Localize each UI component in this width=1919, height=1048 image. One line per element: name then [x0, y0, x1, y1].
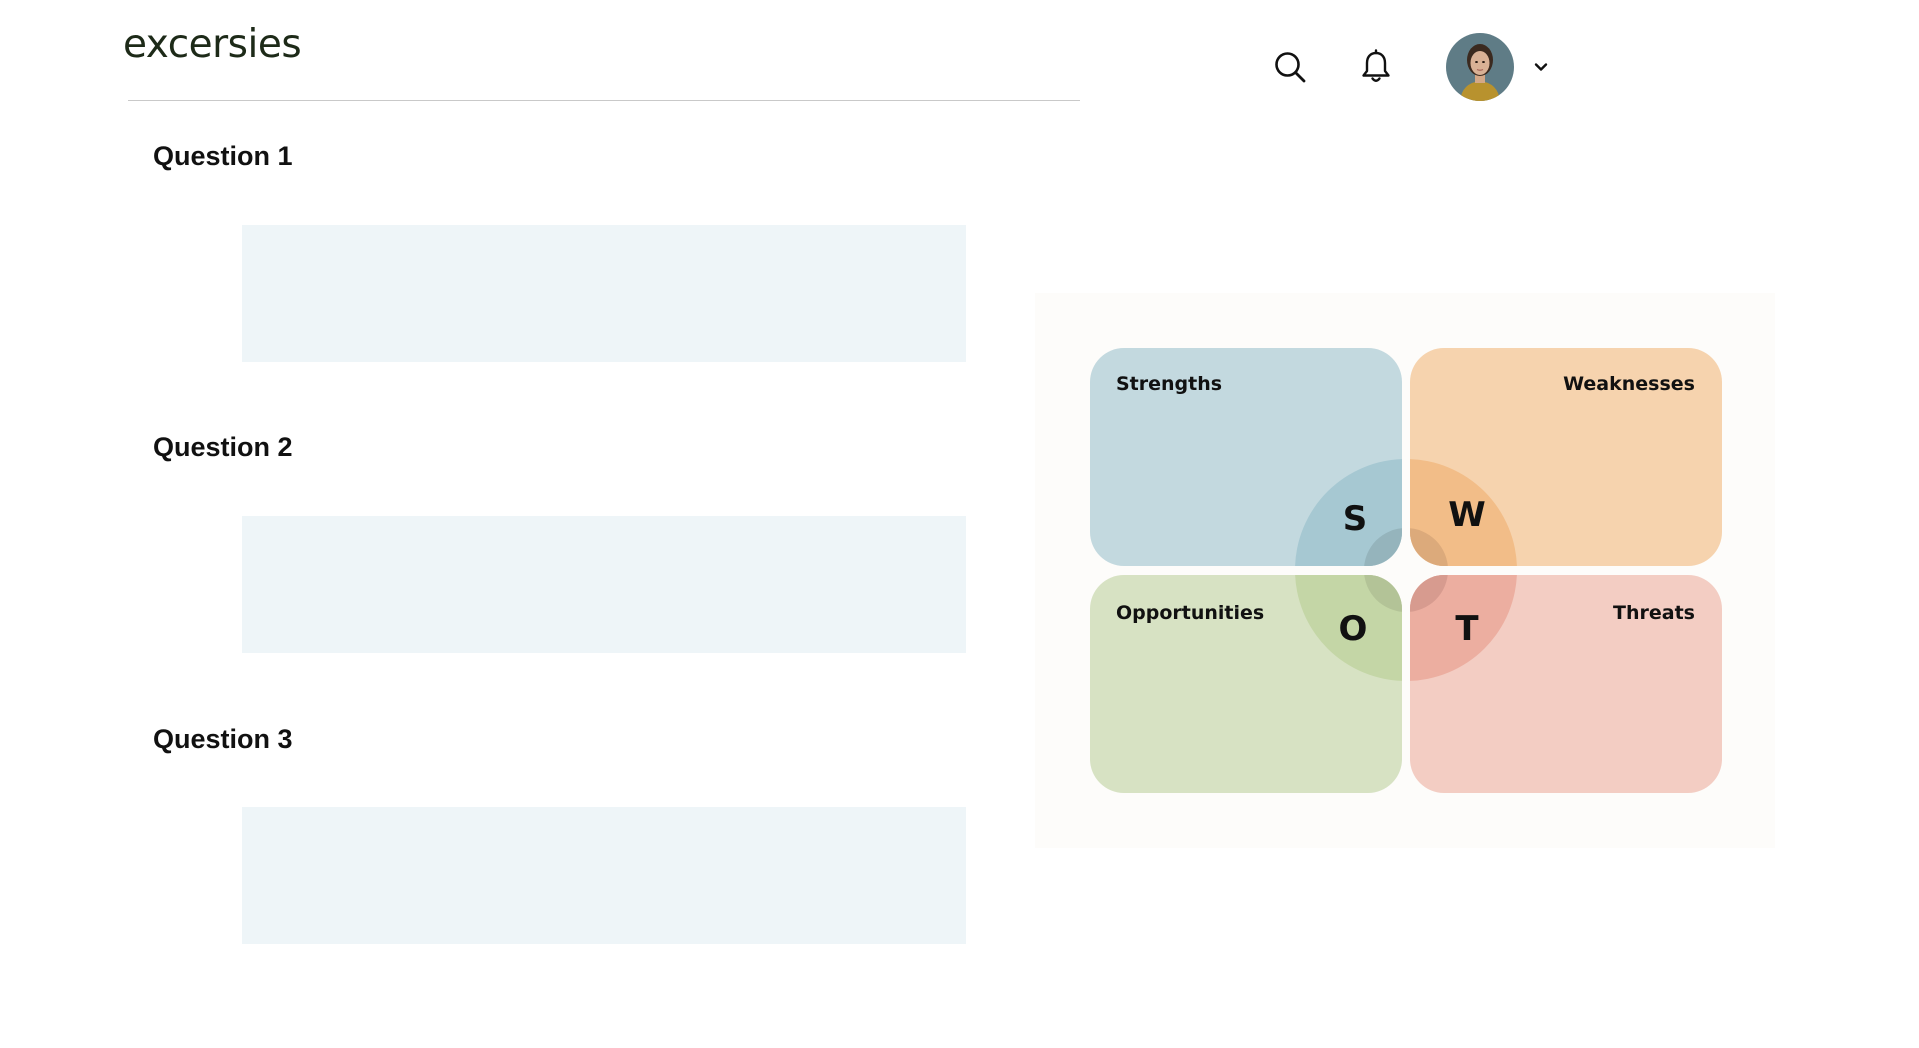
search-button[interactable]: [1270, 47, 1310, 87]
question-1-answer-field[interactable]: [242, 225, 966, 362]
threats-label: Threats: [1613, 602, 1695, 624]
question-2-answer-field[interactable]: [242, 516, 966, 653]
swot-letter-s: S: [1342, 499, 1368, 539]
question-1-title: Question 1: [153, 141, 293, 171]
header-toolbar: [1270, 33, 1552, 101]
weaknesses-label: Weaknesses: [1563, 373, 1695, 395]
question-3-title: Question 3: [153, 724, 293, 754]
strengths-label: Strengths: [1116, 373, 1223, 395]
search-icon: [1275, 52, 1306, 83]
chevron-down-icon: [1534, 63, 1548, 71]
avatar-image: [1446, 33, 1514, 101]
swot-letter-t: T: [1455, 609, 1479, 649]
user-avatar[interactable]: [1446, 33, 1514, 101]
swot-letter-o: O: [1338, 609, 1368, 649]
bell-icon: [1362, 49, 1390, 82]
notifications-button[interactable]: [1356, 47, 1396, 87]
opportunities-label: Opportunities: [1116, 602, 1265, 624]
question-3-answer-field[interactable]: [242, 807, 966, 944]
question-2-title: Question 2: [153, 432, 293, 462]
swot-diagram: Strengths Weaknesses Opportunities Threa…: [1035, 293, 1775, 848]
swot-letter-w: W: [1448, 495, 1486, 535]
account-menu-button[interactable]: [1530, 56, 1552, 78]
header-divider: [128, 100, 1080, 101]
brand-logo[interactable]: excersies: [123, 22, 302, 67]
